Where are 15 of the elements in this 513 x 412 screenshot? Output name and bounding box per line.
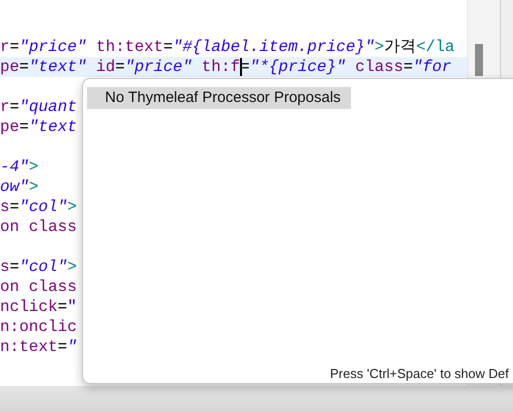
proposal-item[interactable]: No Thymeleaf Processor Proposals: [87, 87, 351, 109]
code-line: ow">: [0, 178, 38, 196]
code-line: s="col">: [0, 258, 77, 276]
code-line: r="price" th:text="#{label.item.price}">가격</la: [0, 38, 455, 56]
code-line: on class: [0, 278, 77, 296]
code-line: nclick=": [0, 298, 77, 316]
code-line: n:text=": [0, 338, 77, 356]
code-line: pe="text: [0, 118, 77, 136]
code-line: on class: [0, 218, 77, 236]
scroll-thumb[interactable]: [475, 44, 483, 76]
code-line: n:onclic: [0, 318, 77, 336]
hint-text: Press 'Ctrl+Space' to show Def: [330, 366, 509, 381]
code-line: -4">: [0, 158, 38, 176]
code-line: s="col">: [0, 198, 77, 216]
code-line: r="quant: [0, 98, 77, 116]
